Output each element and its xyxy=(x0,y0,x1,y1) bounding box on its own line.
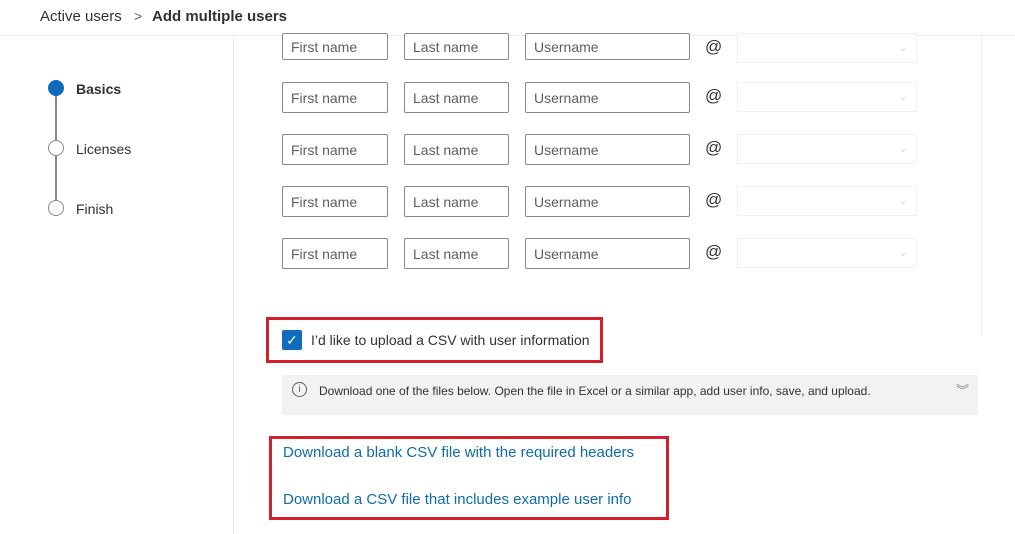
download-blank-csv-link[interactable]: Download a blank CSV file with the requi… xyxy=(283,444,634,461)
username-placeholder: Username xyxy=(534,141,599,158)
username-placeholder: Username xyxy=(534,38,599,55)
domain-dropdown[interactable]: ⌄ xyxy=(737,238,917,268)
page-title: Add multiple users xyxy=(152,8,288,25)
first-name-input[interactable]: First name xyxy=(282,82,388,113)
info-text: Download one of the files below. Open th… xyxy=(319,384,871,398)
header: Active users > Add multiple users xyxy=(0,0,1015,36)
breadcrumb-active-users[interactable]: Active users xyxy=(40,8,122,25)
chevron-down-icon: ⌄ xyxy=(897,245,908,259)
username-input[interactable]: Username xyxy=(525,82,690,113)
domain-dropdown[interactable]: ⌄ xyxy=(737,134,917,164)
last-name-placeholder: Last name xyxy=(413,38,479,55)
step-dot-basics xyxy=(48,80,64,96)
divider xyxy=(981,36,982,336)
at-symbol: @ xyxy=(705,242,723,261)
first-name-input[interactable]: First name xyxy=(282,33,388,60)
username-input[interactable]: Username xyxy=(525,134,690,165)
last-name-placeholder: Last name xyxy=(413,193,479,210)
step-connector xyxy=(55,96,57,140)
username-input[interactable]: Username xyxy=(525,238,690,269)
step-dot-licenses xyxy=(48,140,64,156)
last-name-input[interactable]: Last name xyxy=(404,33,509,60)
first-name-input[interactable]: First name xyxy=(282,238,388,269)
last-name-placeholder: Last name xyxy=(413,89,479,106)
first-name-placeholder: First name xyxy=(291,141,358,158)
last-name-input[interactable]: Last name xyxy=(404,82,509,113)
username-placeholder: Username xyxy=(534,89,599,106)
double-chevron-down-icon[interactable]: ︾ xyxy=(956,380,969,399)
last-name-placeholder: Last name xyxy=(413,141,479,158)
last-name-placeholder: Last name xyxy=(413,245,479,262)
last-name-input[interactable]: Last name xyxy=(404,134,509,165)
chevron-down-icon: ⌄ xyxy=(897,89,908,103)
step-dot-finish xyxy=(48,200,64,216)
at-symbol: @ xyxy=(705,37,723,56)
csv-checkbox-label[interactable]: I’d like to upload a CSV with user infor… xyxy=(311,332,590,348)
checkmark-icon: ✓ xyxy=(286,332,298,348)
at-symbol: @ xyxy=(705,86,723,105)
domain-dropdown[interactable]: ⌄ xyxy=(737,33,917,63)
last-name-input[interactable]: Last name xyxy=(404,186,509,217)
info-icon: i xyxy=(292,382,307,397)
breadcrumb-separator-icon: > xyxy=(134,8,143,24)
at-symbol: @ xyxy=(705,138,723,157)
info-bar: i Download one of the files below. Open … xyxy=(282,375,978,415)
first-name-placeholder: First name xyxy=(291,38,358,55)
step-licenses[interactable]: Licenses xyxy=(76,141,131,157)
chevron-down-icon: ⌄ xyxy=(897,193,908,207)
first-name-placeholder: First name xyxy=(291,193,358,210)
step-basics[interactable]: Basics xyxy=(76,81,121,97)
username-placeholder: Username xyxy=(534,245,599,262)
first-name-placeholder: First name xyxy=(291,245,358,262)
at-symbol: @ xyxy=(705,190,723,209)
username-input[interactable]: Username xyxy=(525,33,690,60)
first-name-input[interactable]: First name xyxy=(282,134,388,165)
username-placeholder: Username xyxy=(534,193,599,210)
username-input[interactable]: Username xyxy=(525,186,690,217)
domain-dropdown[interactable]: ⌄ xyxy=(737,186,917,216)
chevron-down-icon: ⌄ xyxy=(897,40,908,54)
csv-checkbox[interactable]: ✓ xyxy=(282,330,302,350)
domain-dropdown[interactable]: ⌄ xyxy=(737,82,917,112)
step-finish[interactable]: Finish xyxy=(76,201,113,217)
download-example-csv-link[interactable]: Download a CSV file that includes exampl… xyxy=(283,491,632,508)
step-connector xyxy=(55,156,57,200)
divider xyxy=(233,36,234,534)
first-name-placeholder: First name xyxy=(291,89,358,106)
first-name-input[interactable]: First name xyxy=(282,186,388,217)
last-name-input[interactable]: Last name xyxy=(404,238,509,269)
chevron-down-icon: ⌄ xyxy=(897,141,908,155)
